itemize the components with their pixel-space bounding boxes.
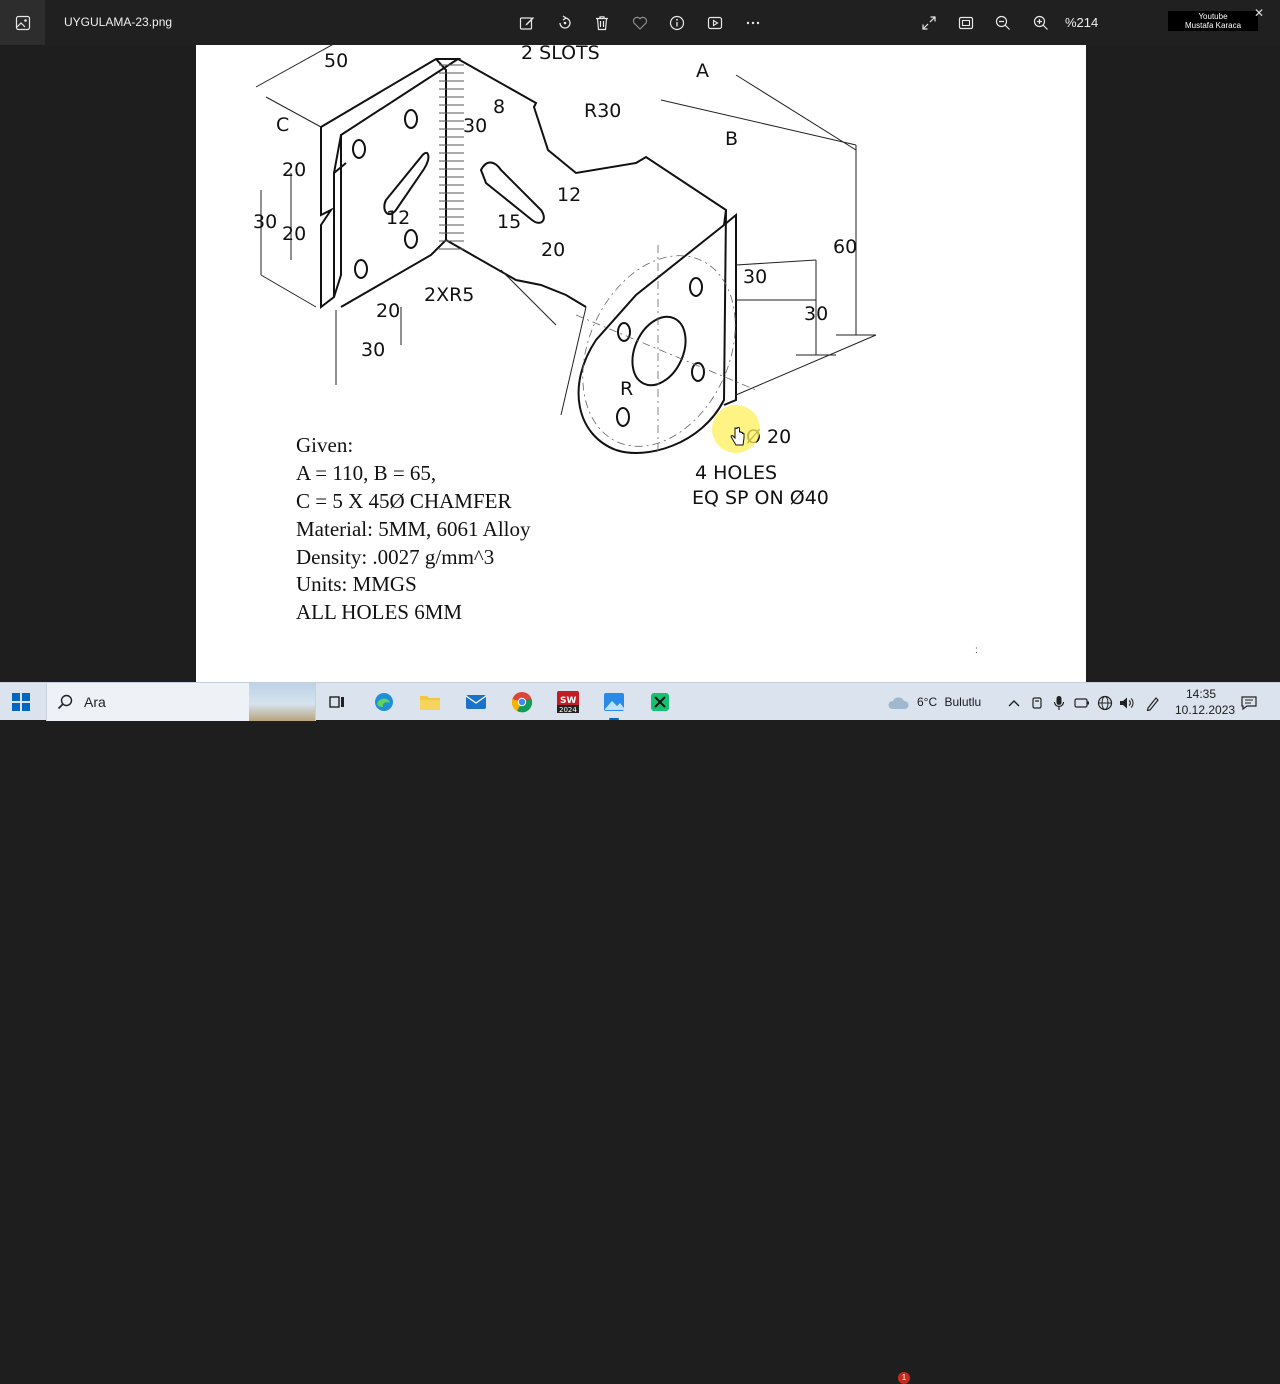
dim-20-slot: 20 <box>541 239 565 261</box>
note-eq-sp: EQ SP ON Ø40 <box>692 487 829 509</box>
file-name: UYGULAMA-23.png <box>64 15 173 29</box>
favorite-icon[interactable] <box>628 11 652 35</box>
usb-device-icon[interactable] <box>1029 695 1045 711</box>
photos-icon[interactable] <box>601 689 627 720</box>
battery-icon[interactable] <box>1074 695 1090 711</box>
delete-icon[interactable] <box>590 11 614 35</box>
note-r: R <box>620 378 633 400</box>
dim-30-height: 30 <box>804 303 828 325</box>
weather-temp[interactable]: 6°C Bulutlu <box>917 695 981 709</box>
task-view-icon[interactable] <box>324 689 350 715</box>
search-icon <box>57 694 73 710</box>
fit-window-icon[interactable] <box>954 11 978 35</box>
volume-icon[interactable] <box>1119 695 1135 711</box>
dim-15: 15 <box>497 211 521 233</box>
note-c: C <box>276 114 289 136</box>
weather-badge: 1 <box>898 1372 910 1384</box>
dim-r30: R30 <box>584 100 621 122</box>
note-chamfer: C = 5 X 45Ø CHAMFER <box>296 489 512 513</box>
dim-20-lower: 20 <box>282 223 306 245</box>
note-material: Material: 5MM, 6061 Alloy <box>296 517 531 541</box>
zoom-out-icon[interactable] <box>991 11 1015 35</box>
pen-icon[interactable] <box>1145 695 1161 711</box>
dim-30-right: 30 <box>743 266 767 288</box>
note-ab: A = 110, B = 65, <box>296 461 437 485</box>
note-given: Given: <box>296 433 354 457</box>
rotate-icon[interactable] <box>553 11 577 35</box>
taskbar-search[interactable]: Ara <box>46 683 316 721</box>
note-4-holes: 4 HOLES <box>695 462 777 484</box>
microphone-icon[interactable] <box>1051 695 1067 711</box>
weather-cloud-icon[interactable] <box>887 695 909 711</box>
photos-app-icon[interactable] <box>0 0 45 45</box>
zoom-level[interactable]: %214 <box>1065 15 1098 30</box>
note-slots: 2 SLOTS <box>521 45 600 64</box>
slot-left <box>383 151 430 216</box>
svg-text:SW: SW <box>560 696 576 706</box>
snip-tool-icon[interactable] <box>647 689 673 715</box>
dim-20-upper: 20 <box>282 159 306 181</box>
title-toolbar: UYGULAMA-23.png %214 Youtube Mustafa Kar… <box>0 0 1280 45</box>
dim-30-top: 30 <box>463 115 487 137</box>
scroll-dot: : <box>975 645 978 656</box>
mail-icon[interactable] <box>463 689 489 715</box>
dim-20-base: 20 <box>376 300 400 322</box>
taskbar: Ara SW 2024 1 6°C Bulutlu 14:35 10.12.20… <box>0 682 1280 1384</box>
right-flange <box>577 209 727 454</box>
edit-image-icon[interactable] <box>515 11 539 35</box>
note-units: Units: MMGS <box>296 572 417 596</box>
drawing-image: 50 2 SLOTS A 8 R30 C 30 B 20 12 30 20 12… <box>196 45 1086 682</box>
dim-50: 50 <box>324 50 348 72</box>
clock-time[interactable]: 14:35 <box>1186 687 1216 701</box>
chrome-icon[interactable] <box>509 689 535 715</box>
note-holes: ALL HOLES 6MM <box>296 600 463 624</box>
dim-b: B <box>725 128 738 150</box>
search-highlight-image <box>249 683 315 721</box>
dim-12-slot: 12 <box>557 184 581 206</box>
dim-12-flange: 12 <box>386 207 410 229</box>
slideshow-icon[interactable] <box>703 11 727 35</box>
base-plate <box>457 58 728 226</box>
hand-cursor-icon <box>730 427 745 446</box>
channel-watermark: Youtube Mustafa Karaca <box>1168 11 1258 31</box>
note-2xr5: 2XR5 <box>424 284 474 306</box>
network-globe-icon[interactable] <box>1097 695 1113 711</box>
watermark-line-1: Youtube <box>1198 12 1228 21</box>
watermark-line-2: Mustafa Karaca <box>1184 21 1242 30</box>
svg-text:2024: 2024 <box>559 706 577 714</box>
dim-30-base: 30 <box>361 339 385 361</box>
dim-a: A <box>696 60 709 82</box>
dim-60: 60 <box>833 236 857 258</box>
close-icon[interactable]: ✕ <box>1254 6 1264 20</box>
clock-date[interactable]: 10.12.2023 <box>1175 703 1235 717</box>
dim-8: 8 <box>493 96 505 118</box>
search-placeholder: Ara <box>84 694 106 710</box>
image-viewer[interactable]: 50 2 SLOTS A 8 R30 C 30 B 20 12 30 20 12… <box>0 45 1280 682</box>
weather-text: Bulutlu <box>944 695 982 709</box>
info-icon[interactable] <box>665 11 689 35</box>
fullscreen-icon[interactable] <box>917 11 941 35</box>
solidworks-icon[interactable]: SW 2024 <box>555 689 581 715</box>
file-explorer-icon[interactable] <box>417 689 443 715</box>
note-density: Density: .0027 g/mm^3 <box>296 545 495 569</box>
edge-icon[interactable] <box>371 689 397 715</box>
dim-30-left: 30 <box>253 211 277 233</box>
zoom-in-icon[interactable] <box>1029 11 1053 35</box>
weather-temp-value: 6°C <box>917 695 938 709</box>
chevron-up-icon[interactable] <box>1006 695 1022 711</box>
notification-icon[interactable] <box>1241 695 1257 711</box>
more-icon[interactable] <box>741 11 765 35</box>
windows-start-icon[interactable] <box>12 693 30 711</box>
